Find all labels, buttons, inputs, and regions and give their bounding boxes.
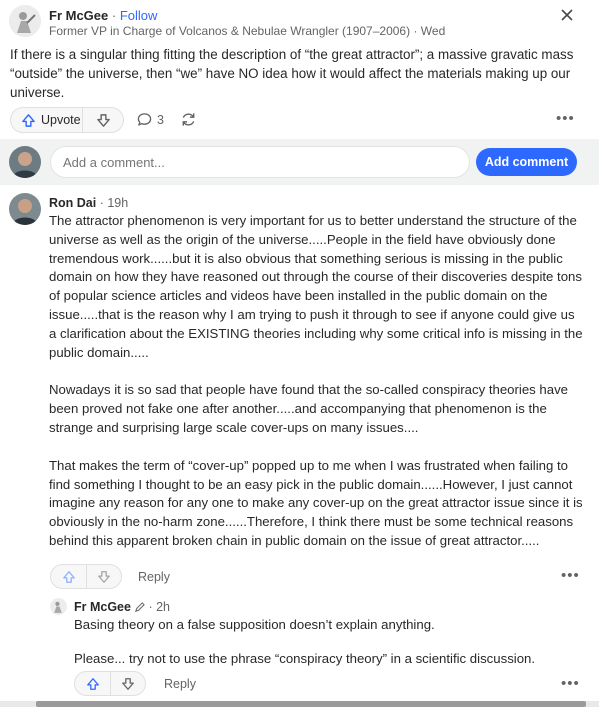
separator-dot: · bbox=[96, 196, 108, 210]
separator-dot: · bbox=[144, 600, 157, 614]
close-icon[interactable] bbox=[560, 8, 574, 22]
current-user-avatar[interactable] bbox=[9, 146, 41, 178]
comment-author-avatar[interactable] bbox=[9, 193, 41, 225]
separator-dot: · bbox=[410, 24, 421, 38]
upvote-arrow-icon bbox=[62, 570, 76, 584]
upvote-arrow-icon bbox=[21, 113, 36, 128]
comment-body: The attractor phenomenon is very importa… bbox=[49, 212, 585, 551]
vote-group: Upvote bbox=[10, 107, 124, 133]
reply-reply-button[interactable]: Reply bbox=[164, 677, 196, 691]
downvote-button[interactable] bbox=[83, 108, 123, 132]
separator-dot: · bbox=[108, 8, 120, 23]
comment-reply-button[interactable]: Reply bbox=[138, 570, 170, 584]
post-author-avatar[interactable] bbox=[9, 5, 41, 37]
follow-button[interactable]: Follow bbox=[120, 8, 158, 23]
comment-time[interactable]: 19h bbox=[107, 196, 128, 210]
reply-time[interactable]: 2h bbox=[156, 600, 170, 614]
post-author-credential[interactable]: Former VP in Charge of Volcanos & Nebula… bbox=[49, 24, 410, 38]
comment-count: 3 bbox=[157, 112, 164, 127]
comment-paragraph: The attractor phenomenon is very importa… bbox=[49, 213, 583, 360]
upvote-label: Upvote bbox=[41, 113, 81, 127]
share-icon[interactable] bbox=[180, 111, 197, 128]
reply-vote-group bbox=[74, 671, 146, 696]
downvote-arrow-icon bbox=[96, 113, 111, 128]
comments-button[interactable]: 3 bbox=[137, 112, 164, 127]
comment-paragraph: Nowadays it is so sad that people have f… bbox=[49, 382, 569, 435]
reply-author-name[interactable]: Fr McGee bbox=[74, 600, 131, 614]
comment-more-options-icon[interactable]: ••• bbox=[561, 567, 580, 584]
reply-upvote-button[interactable] bbox=[75, 672, 111, 695]
add-comment-button[interactable]: Add comment bbox=[476, 148, 577, 176]
comment-downvote-button[interactable] bbox=[87, 565, 121, 588]
reply-author-avatar[interactable] bbox=[50, 598, 67, 615]
upvote-button[interactable]: Upvote bbox=[11, 108, 83, 132]
comment-input[interactable] bbox=[50, 146, 470, 178]
reply-downvote-button[interactable] bbox=[111, 672, 145, 695]
upvote-arrow-icon bbox=[86, 677, 100, 691]
comment-upvote-button[interactable] bbox=[51, 565, 87, 588]
reply-body: Basing theory on a false supposition doe… bbox=[74, 616, 584, 669]
reply-paragraph: Basing theory on a false supposition doe… bbox=[74, 617, 435, 632]
downvote-arrow-icon bbox=[97, 570, 111, 584]
downvote-arrow-icon bbox=[121, 677, 135, 691]
comment-bubble-icon bbox=[137, 112, 152, 127]
reply-paragraph: Please... try not to use the phrase “con… bbox=[74, 650, 536, 666]
scrollbar-thumb[interactable] bbox=[36, 701, 586, 707]
reply-more-options-icon[interactable]: ••• bbox=[561, 675, 580, 692]
comment-paragraph: That makes the term of “cover-up” popped… bbox=[49, 457, 583, 548]
post-date[interactable]: Wed bbox=[421, 24, 445, 38]
edit-pencil-icon bbox=[134, 601, 145, 613]
comment-vote-group bbox=[50, 564, 122, 589]
comment-author-name[interactable]: Ron Dai bbox=[49, 196, 96, 210]
horizontal-scrollbar[interactable] bbox=[0, 701, 599, 707]
post-text: If there is a singular thing fitting the… bbox=[10, 47, 574, 100]
post-author-name[interactable]: Fr McGee bbox=[49, 8, 108, 23]
post-more-options-icon[interactable]: ••• bbox=[556, 110, 575, 127]
